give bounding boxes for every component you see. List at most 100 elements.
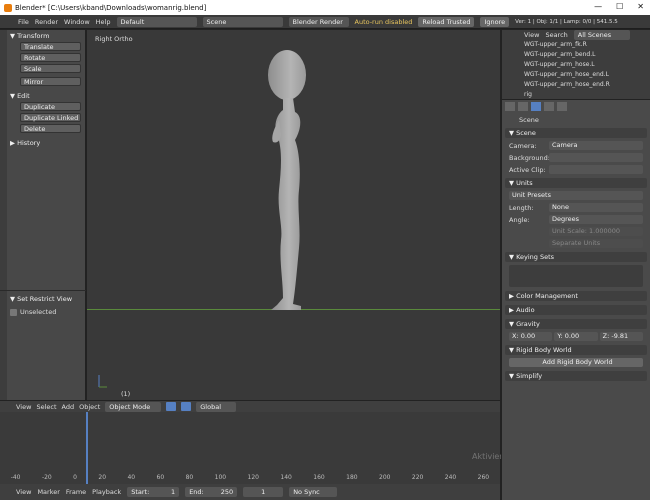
scene-select[interactable]: Scene xyxy=(202,16,283,27)
delete-button[interactable]: Delete xyxy=(20,124,81,133)
end-frame-field[interactable]: End: 250 xyxy=(185,487,238,497)
scene-panel-header[interactable]: ▼ Scene xyxy=(505,128,647,138)
add-menu[interactable]: Add xyxy=(62,403,75,411)
keying-sets-list[interactable] xyxy=(509,265,643,287)
close-button[interactable]: ✕ xyxy=(637,2,644,11)
duplicate-linked-button[interactable]: Duplicate Linked xyxy=(20,113,81,122)
add-rigid-body-world-button[interactable]: Add Rigid Body World xyxy=(509,358,643,367)
units-panel-header[interactable]: ▼ Units xyxy=(505,178,647,188)
menu-file[interactable]: File xyxy=(18,18,29,26)
autorun-warning: Auto-run disabled xyxy=(354,17,413,26)
window-titlebar: Blender* [C:\Users\kband\Downloads\woman… xyxy=(0,0,650,15)
outliner-view-menu[interactable]: View xyxy=(524,31,539,39)
outliner-display-select[interactable]: All Scenes xyxy=(573,30,630,40)
angle-select[interactable]: Degrees xyxy=(549,215,643,224)
scene-stats: Ver: 1 | Obj: 1/1 | Lamp: 0/0 | 541.5.5 xyxy=(515,18,618,25)
tick-label: 260 xyxy=(477,474,490,481)
outliner-item[interactable]: WGT-upper_arm_fk.R xyxy=(502,40,650,50)
edit-panel-header[interactable]: ▼ Edit xyxy=(10,92,83,100)
outliner-item[interactable]: rig xyxy=(502,90,650,100)
3d-viewport[interactable]: Right Ortho (1) xyxy=(87,30,500,400)
properties-editor: Scene ▼ Scene Camera: Camera Background:… xyxy=(502,100,650,383)
maximize-button[interactable]: ☐ xyxy=(616,2,623,11)
tick-label: 40 xyxy=(127,474,136,481)
gravity-y-field[interactable]: Y: 0.00 xyxy=(554,332,598,341)
frame-indicator: (1) xyxy=(121,390,131,398)
current-frame-field[interactable]: 1 xyxy=(243,487,284,497)
menu-help[interactable]: Help xyxy=(96,18,111,26)
outliner-item[interactable]: WGT-upper_arm_hose_end.L xyxy=(502,70,650,80)
view-menu[interactable]: View xyxy=(16,403,31,411)
tick-label: 140 xyxy=(280,474,292,481)
background-field[interactable] xyxy=(549,153,643,162)
background-label: Background: xyxy=(509,153,550,162)
context-scene-label: Scene xyxy=(519,116,539,124)
mirror-button[interactable]: Mirror xyxy=(20,77,81,86)
tick-label: 80 xyxy=(185,474,194,481)
end-label: End: xyxy=(189,488,204,496)
camera-label: Camera: xyxy=(509,141,537,150)
orientation-select[interactable]: Global xyxy=(196,401,237,412)
length-select[interactable]: None xyxy=(549,203,643,212)
frame-menu[interactable]: Frame xyxy=(66,488,86,496)
playback-menu[interactable]: Playback xyxy=(92,488,121,496)
end-value: 250 xyxy=(220,488,234,496)
mode-select[interactable]: Object Mode xyxy=(105,401,162,412)
separate-units-toggle: Separate Units xyxy=(549,239,643,248)
gravity-x-field[interactable]: X: 0.00 xyxy=(509,332,553,341)
marker-menu[interactable]: Marker xyxy=(37,488,59,496)
outliner[interactable]: View Search All Scenes WGT-upper_arm_fk.… xyxy=(502,30,650,100)
tool-shelf-tabs[interactable] xyxy=(0,30,7,400)
audio-header[interactable]: ▶ Audio xyxy=(505,305,647,315)
menu-window[interactable]: Window xyxy=(64,18,90,26)
reload-trusted-button[interactable]: Reload Trusted xyxy=(418,16,475,27)
start-frame-field[interactable]: Start: 1 xyxy=(127,487,180,497)
scale-button[interactable]: Scale xyxy=(20,64,81,73)
translate-button[interactable]: Translate xyxy=(20,42,81,51)
footer-view-menu[interactable]: View xyxy=(16,488,31,496)
duplicate-button[interactable]: Duplicate xyxy=(20,102,81,111)
screen-layout-select[interactable]: Default xyxy=(116,16,197,27)
unselected-label: Unselected xyxy=(20,308,57,316)
viewport-header: View Select Add Object Object Mode Globa… xyxy=(0,400,500,412)
outliner-item[interactable]: WGT-upper_arm_bend.L xyxy=(502,50,650,60)
timeline-header: View Marker Frame Playback Start: 1 End:… xyxy=(0,484,500,500)
history-panel-header[interactable]: ▶ History xyxy=(10,139,83,147)
timeline-ruler: -40 -20 0 20 40 60 80 100 120 140 160 18… xyxy=(0,474,500,484)
outliner-item[interactable]: WGT-upper_arm_hose.L xyxy=(502,60,650,70)
object-menu[interactable]: Object xyxy=(79,403,100,411)
tick-label: 240 xyxy=(444,474,457,481)
transform-panel-header[interactable]: ▼ Transform xyxy=(10,32,83,40)
right-panels: View Search All Scenes WGT-upper_arm_fk.… xyxy=(501,30,650,500)
timeline-area[interactable]: -40 -20 0 20 40 60 80 100 120 140 160 18… xyxy=(0,412,500,484)
manipulator-icon[interactable] xyxy=(166,402,177,411)
sync-select[interactable]: No Sync xyxy=(289,487,338,497)
select-menu[interactable]: Select xyxy=(36,403,56,411)
info-header: File Render Window Help Default Scene Bl… xyxy=(0,15,650,29)
render-engine-select[interactable]: Blender Render xyxy=(288,16,349,27)
restrict-view-header[interactable]: ▼ Set Restrict View xyxy=(10,295,72,303)
keying-sets-header[interactable]: ▼ Keying Sets xyxy=(505,252,647,262)
properties-tabs[interactable] xyxy=(505,102,647,112)
unselected-checkbox[interactable] xyxy=(10,308,17,316)
active-clip-field[interactable] xyxy=(549,165,643,174)
menu-render[interactable]: Render xyxy=(35,18,58,26)
gravity-header[interactable]: ▼ Gravity xyxy=(505,319,647,329)
rigid-body-world-header[interactable]: ▼ Rigid Body World xyxy=(505,345,647,355)
color-management-header[interactable]: ▶ Color Management xyxy=(505,291,647,301)
outliner-search-menu[interactable]: Search xyxy=(545,31,567,39)
ignore-button[interactable]: Ignore xyxy=(480,16,510,27)
gravity-z-field[interactable]: Z: -9.81 xyxy=(599,332,643,341)
camera-field[interactable]: Camera xyxy=(549,141,643,150)
start-value: 1 xyxy=(171,488,176,496)
active-clip-label: Active Clip: xyxy=(509,165,546,174)
rotate-button[interactable]: Rotate xyxy=(20,53,81,62)
tool-shelf: ▼ Transform Translate Rotate Scale Mirro… xyxy=(0,30,86,400)
simplify-header[interactable]: ▼ Simplify xyxy=(505,371,647,381)
minimize-button[interactable]: — xyxy=(594,2,602,11)
blender-logo-icon xyxy=(4,3,12,12)
unit-presets-select[interactable]: Unit Presets xyxy=(509,191,643,200)
translate-manipulator-icon[interactable] xyxy=(181,402,192,411)
outliner-item[interactable]: WGT-upper_arm_hose_end.R xyxy=(502,80,650,90)
tick-label: -20 xyxy=(41,474,52,481)
